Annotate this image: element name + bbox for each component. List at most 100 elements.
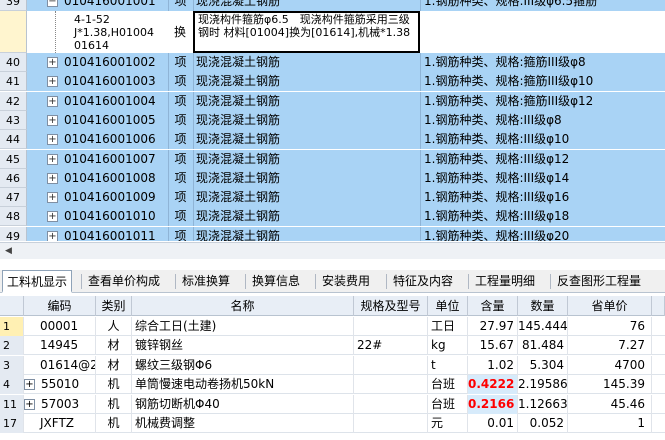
row-number: 44 [0,130,27,150]
item-name: 现浇混凝土钢筋 [193,130,420,150]
column-header[interactable]: 规格及型号 [354,296,428,316]
resource-price: 76 [568,317,652,336]
item-code: 010416001005 [64,112,156,127]
table-row[interactable]: 11 + 57003 机 钢筋切断机Φ40 台班 0.2166 1.12663 … [0,394,665,414]
quota-type: 换 [173,25,186,39]
table-row[interactable]: 4 + 55010 机 单筒慢速电动卷扬机50kN 台班 0.4222 2.19… [0,375,665,395]
item-desc: 1.钢筋种类、规格:III级φ18 [420,207,665,227]
sub-quota-row[interactable]: 4-1-52 J*1.38,H01004 01614 换 现浇构件箍筋φ6.5 … [0,11,665,53]
item-desc: 1.钢筋种类、规格:III级φ20 [420,226,665,241]
table-row[interactable]: 48 + 010416001010 项 现浇混凝土钢筋 1.钢筋种类、规格:II… [0,207,665,227]
tab-7[interactable]: 反查图形工程量 [553,270,645,293]
tab-1[interactable]: 查看单价构成 [84,270,164,293]
item-name: 现浇混凝土钢筋 [193,188,420,208]
item-type: 项 [168,91,192,111]
table-row[interactable]: 17 JXFTZ 机 机械费调整 元 0.01 0.052 1 [0,414,665,433]
tab-0[interactable]: 工料机显示 [2,270,73,293]
expand-icon[interactable]: + [47,95,58,107]
column-header[interactable]: 含量 [468,296,518,316]
tab-4[interactable]: 安装费用 [318,270,374,293]
table-row[interactable]: 47 + 010416001009 项 现浇混凝土钢筋 1.钢筋种类、规格:II… [0,188,665,208]
item-name: 现浇混凝土钢筋 [193,0,420,11]
expand-icon[interactable]: + [47,153,58,165]
item-type: 项 [168,72,192,92]
resource-content[interactable]: 0.01 [468,414,518,433]
item-name: 现浇混凝土钢筋 [193,91,420,111]
expand-icon[interactable]: + [47,76,58,88]
resource-grid: 编码 类别 名称 规格及型号 单位 含量 数量 省单价 1 00001 人 综合工日(土建) … [0,296,665,440]
table-row[interactable]: 43 + 010416001005 项 现浇混凝土钢筋 1.钢筋种类、规格:II… [0,110,665,130]
tab-5[interactable]: 特征及内容 [389,270,457,293]
resource-code: 01614@2 [24,355,96,375]
tab-separator [550,274,551,289]
resource-price: 4700 [568,355,652,375]
item-desc: 1.钢筋种类、规格:箍筋III级φ10 [420,72,665,92]
scroll-left-icon[interactable]: ◀ [2,245,15,258]
column-header[interactable]: 单位 [428,296,468,316]
table-row[interactable]: 45 + 010416001007 项 现浇混凝土钢筋 1.钢筋种类、规格:II… [0,149,665,169]
table-row[interactable]: 2 14945 材 镀锌钢丝 22# kg 15.67 81.484 7.27 [0,336,665,356]
item-type: 项 [168,168,192,188]
column-header[interactable]: 名称 [132,296,354,316]
table-row[interactable]: 40 + 010416001002 项 现浇混凝土钢筋 1.钢筋种类、规格:箍筋… [0,53,665,72]
table-row[interactable]: 49 + 010416001011 项 现浇混凝土钢筋 1.钢筋种类、规格:II… [0,226,665,241]
tree-line [55,11,56,53]
expand-icon[interactable]: + [47,57,58,68]
table-row[interactable]: 41 + 010416001003 项 现浇混凝土钢筋 1.钢筋种类、规格:箍筋… [0,72,665,92]
resource-name: 螺纹三级钢Φ6 [132,355,354,375]
resource-spec [354,375,428,395]
column-header[interactable]: 编码 [24,296,96,316]
resource-grid-header: 编码 类别 名称 规格及型号 单位 含量 数量 省单价 [0,296,665,316]
horizontal-scrollbar[interactable]: ◀ [0,242,665,259]
column-header[interactable]: 数量 [518,296,568,316]
item-type: 项 [168,226,192,241]
row-number: 45 [0,149,27,169]
resource-content[interactable]: 15.67 [468,336,518,356]
quota-name-editor[interactable]: 现浇构件箍筋φ6.5 现浇构件箍筋采用三级钢时 材料[01004]换为[0161… [193,11,420,53]
item-desc: 1.钢筋种类、规格:箍筋III级φ8 [420,53,665,72]
expand-icon[interactable]: + [47,172,58,184]
resource-content[interactable]: 1.02 [468,355,518,375]
row-number: 39 [0,0,27,11]
table-row[interactable]: 1 00001 人 综合工日(土建) 工日 27.97 145.444 76 [0,317,665,336]
resource-category: 机 [96,375,132,395]
expand-icon[interactable]: + [47,192,58,204]
expand-icon[interactable]: + [47,211,58,223]
item-code: 010416001001 [64,0,156,8]
resource-content[interactable]: 0.2166 [468,394,518,414]
table-row[interactable]: 3 01614@2 材 螺纹三级钢Φ6 t 1.02 5.304 4700 [0,355,665,375]
table-row[interactable]: 46 + 010416001008 项 现浇混凝土钢筋 1.钢筋种类、规格:II… [0,168,665,188]
resource-code: 00001 [24,317,96,336]
table-row[interactable]: 44 + 010416001006 项 现浇混凝土钢筋 1.钢筋种类、规格:II… [0,130,665,150]
item-desc: 1.钢筋种类、规格:III级φ6.5箍筋 [420,0,665,11]
resource-spec [354,355,428,375]
resource-code: 55010 [24,375,96,395]
item-code: 010416001004 [64,93,156,108]
item-name: 现浇混凝土钢筋 [193,226,420,241]
tab-separator [468,274,469,289]
column-header[interactable]: 省单价 [568,296,652,316]
expand-icon[interactable]: + [47,230,58,241]
table-row[interactable]: 42 + 010416001004 项 现浇混凝土钢筋 1.钢筋种类、规格:箍筋… [0,91,665,111]
row-number: 1 [0,317,24,336]
resource-price: 7.27 [568,336,652,356]
item-type: 项 [168,0,192,11]
table-row[interactable]: 39 − 010416001001 项 现浇混凝土钢筋 1.钢筋种类、规格:II… [0,0,665,11]
resource-price: 45.46 [568,394,652,414]
resource-content[interactable]: 27.97 [468,317,518,336]
resource-unit: kg [428,336,468,356]
row-number: 4 [0,375,24,395]
expand-icon[interactable]: + [47,114,58,126]
expand-icon[interactable]: + [47,134,58,146]
tab-6[interactable]: 工程量明细 [471,270,539,293]
resource-content[interactable]: 0.4222 [468,375,518,395]
tab-3[interactable]: 换算信息 [248,270,304,293]
column-header[interactable]: 类别 [96,296,132,316]
detail-tabs: 工料机显示 查看单价构成 标准换算 换算信息 安装费用 特征及内容 工程量明细 反查图形工程量 [0,270,665,293]
resource-category: 材 [96,336,132,356]
tab-2[interactable]: 标准换算 [178,270,234,293]
row-number: 41 [0,72,27,92]
resource-amount: 2.19586 [518,375,568,395]
item-code: 010416001002 [64,55,156,69]
collapse-icon[interactable]: − [47,0,58,7]
